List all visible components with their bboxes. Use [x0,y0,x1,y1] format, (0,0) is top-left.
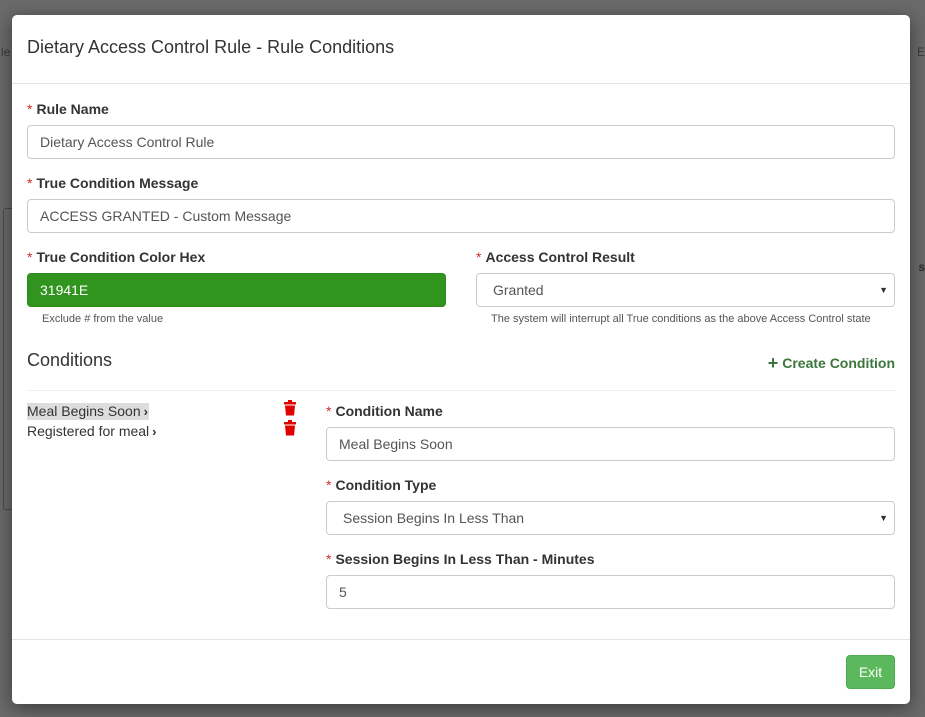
rule-conditions-modal: Dietary Access Control Rule - Rule Condi… [12,15,910,704]
create-condition-label: Create Condition [782,355,895,371]
condition-item-label: Meal Begins Soon [27,403,141,419]
condition-item-meal-begins-soon[interactable]: Meal Begins Soon › [27,403,149,420]
modal-header: Dietary Access Control Rule - Rule Condi… [12,15,910,84]
true-condition-message-label: * True Condition Message [27,175,198,191]
condition-name-label-text: Condition Name [335,403,443,419]
true-condition-color-label-text: True Condition Color Hex [36,249,206,265]
condition-type-label: * Condition Type [326,477,436,493]
true-condition-message-label-text: True Condition Message [36,175,199,191]
chevron-right-icon: › [152,424,157,439]
plus-icon: + [767,353,779,373]
conditions-title: Conditions [27,350,113,370]
required-mark: * [27,175,33,191]
condition-item-label: Registered for meal [27,423,150,439]
access-control-result-value: Granted [493,282,544,298]
chevron-right-icon: › [143,404,148,419]
true-condition-color-label: * True Condition Color Hex [27,249,205,265]
conditions-divider [27,390,895,391]
access-control-result-label: * Access Control Result [476,249,635,265]
create-condition-link[interactable]: + Create Condition [768,353,895,374]
minutes-label: * Session Begins In Less Than - Minutes [326,551,595,567]
access-control-result-label-text: Access Control Result [485,249,635,265]
required-mark: * [27,249,33,265]
trash-icon[interactable] [283,400,297,416]
rule-name-input[interactable] [27,125,895,159]
modal-footer: Exit [12,639,910,704]
rule-name-label: * Rule Name [27,101,109,117]
condition-name-label: * Condition Name [326,403,443,419]
true-condition-color-input[interactable] [27,273,446,307]
required-mark: * [476,249,482,265]
caret-down-icon: ▼ [879,285,888,295]
condition-type-value: Session Begins In Less Than [343,510,525,526]
required-mark: * [326,477,332,493]
caret-down-icon: ▼ [879,513,888,523]
condition-type-select[interactable]: Session Begins In Less Than ▼ [326,501,895,535]
exit-button[interactable]: Exit [846,655,895,689]
modal-body: *Rule Name *True Condition Message *True… [12,84,910,639]
minutes-input[interactable] [326,575,895,609]
condition-type-label-text: Condition Type [335,477,437,493]
condition-item-registered-for-meal[interactable]: Registered for meal › [27,423,158,440]
true-condition-message-input[interactable] [27,199,895,233]
access-control-result-select[interactable]: Granted ▼ [476,273,895,307]
condition-name-input[interactable] [326,427,895,461]
rule-name-label-text: Rule Name [36,101,109,117]
trash-icon[interactable] [283,420,297,436]
required-mark: * [326,403,332,419]
background-text-right-2: s [918,260,925,274]
required-mark: * [326,551,332,567]
background-text-right: E [916,45,925,59]
color-help-text: Exclude # from the value [42,313,164,325]
minutes-label-text: Session Begins In Less Than - Minutes [335,551,595,567]
required-mark: * [27,101,33,117]
modal-title: Dietary Access Control Rule - Rule Condi… [27,37,395,57]
access-control-help-text: The system will interrupt all True condi… [491,313,871,325]
